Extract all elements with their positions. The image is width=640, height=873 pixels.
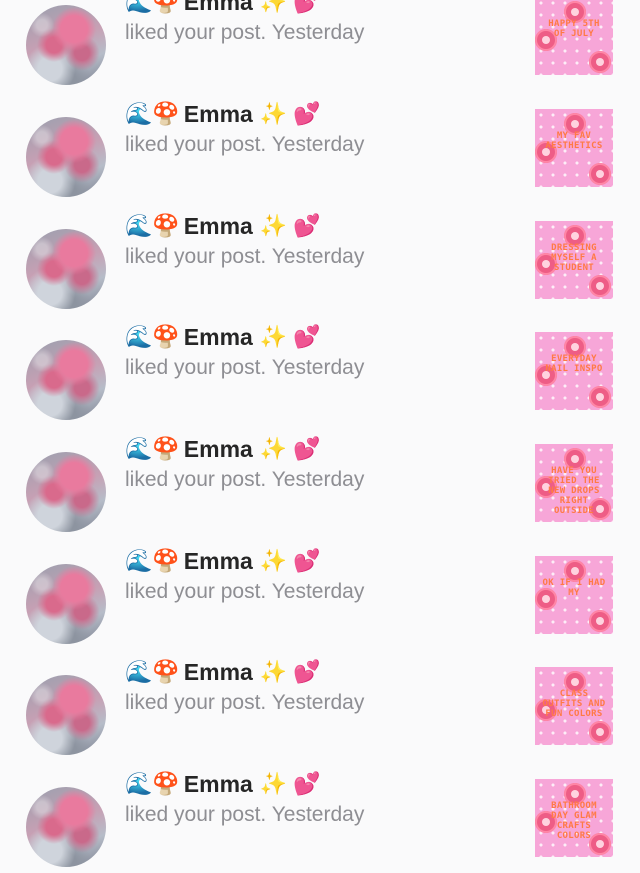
notification-row[interactable]: 🌊🍄 Emma ✨ 💕 liked your post. Yesterday C… (0, 649, 640, 761)
user-avatar[interactable] (26, 117, 106, 197)
wave-mushroom-emoji-icon: 🌊🍄 (125, 548, 180, 573)
notification-text: liked your post. Yesterday (125, 245, 364, 269)
action-text: liked your post. (125, 580, 267, 603)
post-thumbnail[interactable]: Have you tried the new drops right outsi… (535, 444, 613, 522)
sparkles-hearts-emoji-icon: ✨ 💕 (259, 101, 321, 126)
flower-icon (589, 275, 611, 297)
wave-mushroom-emoji-icon: 🌊🍄 (125, 436, 180, 461)
notification-row[interactable]: 🌊🍄 Emma ✨ 💕 liked your post. Yesterday E… (0, 314, 640, 426)
notification-row[interactable]: 🌊🍄 Emma ✨ 💕 liked your post. Yesterday M… (0, 91, 640, 203)
notification-text: liked your post. Yesterday (125, 356, 364, 380)
timestamp: Yesterday (271, 133, 365, 156)
notification-row[interactable]: 🌊🍄 Emma ✨ 💕 liked your post. Yesterday B… (0, 761, 640, 873)
action-text: liked your post. (125, 691, 267, 714)
thumbnail-caption: My Fav Aesthetics (545, 131, 603, 151)
user-avatar[interactable] (26, 787, 106, 867)
wave-mushroom-emoji-icon: 🌊🍄 (125, 324, 180, 349)
user-avatar[interactable] (26, 340, 106, 420)
username[interactable]: Emma (184, 659, 253, 686)
username[interactable]: Emma (184, 213, 253, 240)
timestamp: Yesterday (271, 468, 365, 491)
action-text: liked your post. (125, 133, 267, 156)
notification-header: 🌊🍄 Emma ✨ 💕 (125, 0, 321, 17)
user-avatar[interactable] (26, 5, 106, 85)
thumbnail-caption: Everyday nail inspo (545, 354, 603, 374)
username[interactable]: Emma (184, 0, 253, 16)
post-thumbnail[interactable]: Happy 5th of July (535, 0, 613, 75)
timestamp: Yesterday (271, 580, 365, 603)
user-avatar[interactable] (26, 229, 106, 309)
sparkles-hearts-emoji-icon: ✨ 💕 (259, 436, 321, 461)
thumbnail-caption: Dressing myself a student (551, 243, 597, 273)
post-thumbnail[interactable]: Dressing myself a student (535, 221, 613, 299)
thumbnail-caption: Bathroom day glam crafts colors (551, 801, 597, 841)
flower-icon (589, 51, 611, 73)
notification-text: liked your post. Yesterday (125, 468, 364, 492)
notification-header: 🌊🍄 Emma ✨ 💕 (125, 657, 321, 687)
user-avatar[interactable] (26, 452, 106, 532)
notification-row[interactable]: 🌊🍄 Emma ✨ 💕 liked your post. Yesterday H… (0, 0, 640, 91)
action-text: liked your post. (125, 21, 267, 44)
activity-notification-list: 🌊🍄 Emma ✨ 💕 liked your post. Yesterday H… (0, 0, 640, 867)
user-avatar[interactable] (26, 564, 106, 644)
timestamp: Yesterday (271, 356, 365, 379)
timestamp: Yesterday (271, 803, 365, 826)
post-thumbnail[interactable]: Bathroom day glam crafts colors (535, 779, 613, 857)
action-text: liked your post. (125, 468, 267, 491)
notification-header: 🌊🍄 Emma ✨ 💕 (125, 434, 321, 464)
flower-icon (589, 386, 611, 408)
wave-mushroom-emoji-icon: 🌊🍄 (125, 771, 180, 796)
username[interactable]: Emma (184, 324, 253, 351)
notification-row[interactable]: 🌊🍄 Emma ✨ 💕 liked your post. Yesterday O… (0, 538, 640, 650)
thumbnail-caption: Have you tried the new drops right outsi… (548, 466, 600, 516)
flower-icon (589, 721, 611, 743)
notification-header: 🌊🍄 Emma ✨ 💕 (125, 546, 321, 576)
post-thumbnail[interactable]: Class outfits and fun colors (535, 667, 613, 745)
action-text: liked your post. (125, 245, 267, 268)
timestamp: Yesterday (271, 21, 365, 44)
thumbnail-caption: Class outfits and fun colors (542, 689, 606, 719)
username[interactable]: Emma (184, 436, 253, 463)
sparkles-hearts-emoji-icon: ✨ 💕 (259, 659, 321, 684)
username[interactable]: Emma (184, 771, 253, 798)
notification-header: 🌊🍄 Emma ✨ 💕 (125, 99, 321, 129)
notification-text: liked your post. Yesterday (125, 580, 364, 604)
post-thumbnail[interactable]: OK if I had my (535, 556, 613, 634)
notification-text: liked your post. Yesterday (125, 691, 364, 715)
wave-mushroom-emoji-icon: 🌊🍄 (125, 0, 180, 14)
username[interactable]: Emma (184, 101, 253, 128)
sparkles-hearts-emoji-icon: ✨ 💕 (259, 0, 321, 14)
wave-mushroom-emoji-icon: 🌊🍄 (125, 213, 180, 238)
post-thumbnail[interactable]: My Fav Aesthetics (535, 109, 613, 187)
action-text: liked your post. (125, 356, 267, 379)
wave-mushroom-emoji-icon: 🌊🍄 (125, 659, 180, 684)
notification-text: liked your post. Yesterday (125, 133, 364, 157)
sparkles-hearts-emoji-icon: ✨ 💕 (259, 324, 321, 349)
notification-text: liked your post. Yesterday (125, 803, 364, 827)
flower-icon (589, 610, 611, 632)
notification-text: liked your post. Yesterday (125, 21, 364, 45)
notification-header: 🌊🍄 Emma ✨ 💕 (125, 769, 321, 799)
flower-icon (589, 163, 611, 185)
thumbnail-caption: OK if I had my (542, 578, 606, 598)
sparkles-hearts-emoji-icon: ✨ 💕 (259, 771, 321, 796)
notification-row[interactable]: 🌊🍄 Emma ✨ 💕 liked your post. Yesterday H… (0, 426, 640, 538)
post-thumbnail[interactable]: Everyday nail inspo (535, 332, 613, 410)
notification-row[interactable]: 🌊🍄 Emma ✨ 💕 liked your post. Yesterday D… (0, 203, 640, 315)
thumbnail-caption: Happy 5th of July (548, 19, 600, 39)
wave-mushroom-emoji-icon: 🌊🍄 (125, 101, 180, 126)
notification-header: 🌊🍄 Emma ✨ 💕 (125, 211, 321, 241)
timestamp: Yesterday (271, 245, 365, 268)
sparkles-hearts-emoji-icon: ✨ 💕 (259, 213, 321, 238)
sparkles-hearts-emoji-icon: ✨ 💕 (259, 548, 321, 573)
action-text: liked your post. (125, 803, 267, 826)
timestamp: Yesterday (271, 691, 365, 714)
username[interactable]: Emma (184, 548, 253, 575)
user-avatar[interactable] (26, 675, 106, 755)
notification-header: 🌊🍄 Emma ✨ 💕 (125, 322, 321, 352)
